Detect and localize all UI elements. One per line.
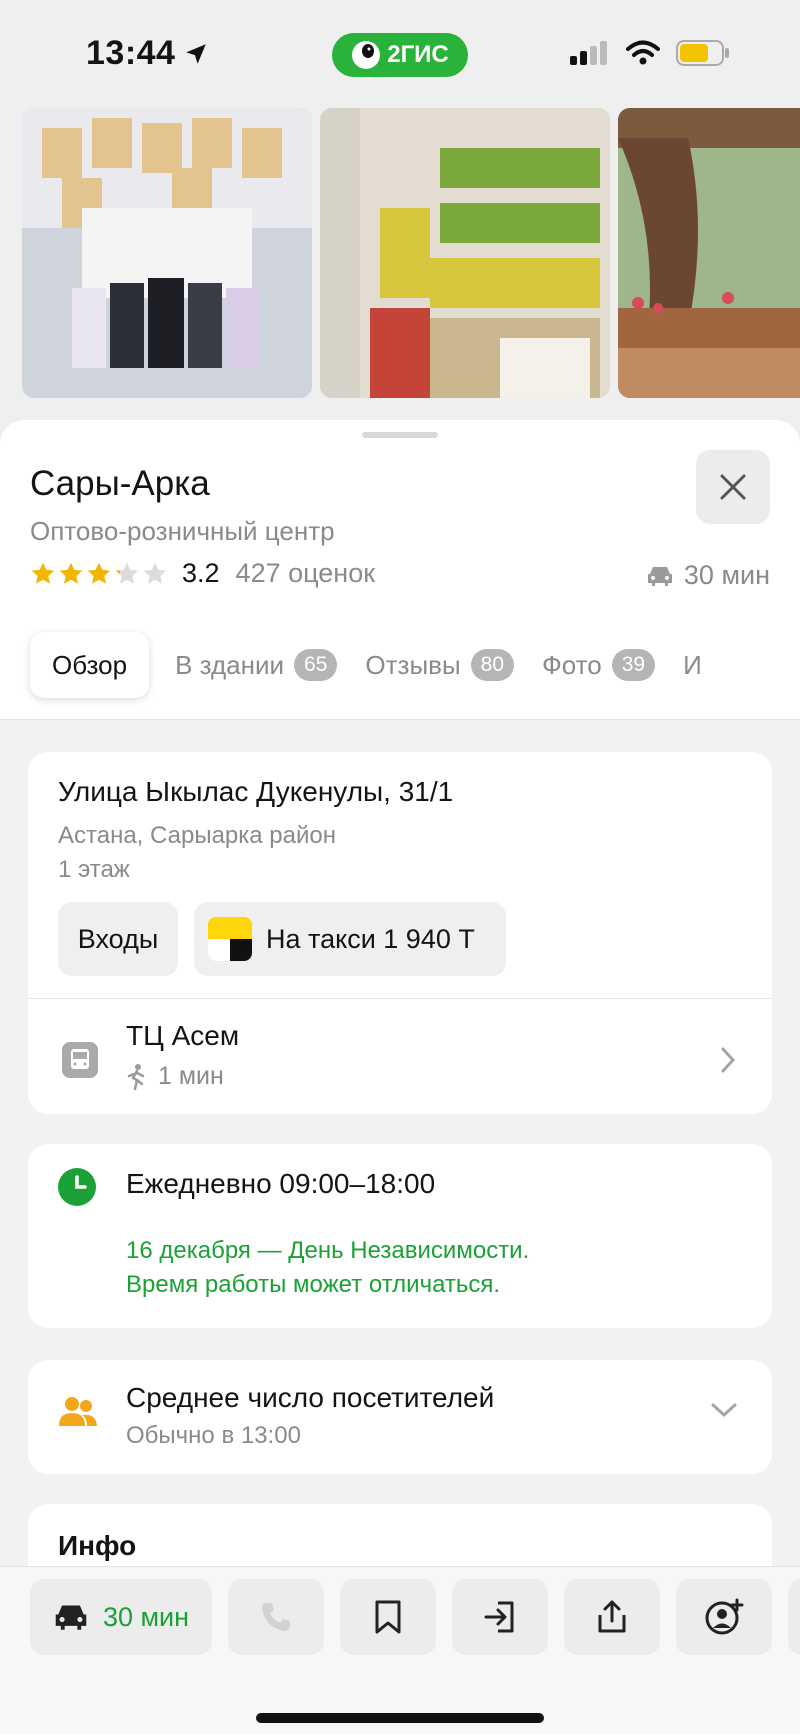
- place-category: Оптово-розничный центр: [30, 516, 335, 546]
- more-button[interactable]: [788, 1579, 800, 1655]
- close-button[interactable]: [696, 450, 770, 524]
- tab-label: Отзывы: [365, 649, 461, 680]
- chevron-down-icon[interactable]: [710, 1402, 738, 1423]
- add-friend-button[interactable]: [676, 1579, 772, 1655]
- tab-badge: 80: [470, 649, 515, 681]
- star-icon: [87, 562, 111, 584]
- bus-stop-icon: [62, 1042, 98, 1078]
- star-icon: [143, 562, 167, 584]
- photo-terrace[interactable]: [618, 108, 800, 398]
- tab-label: Обзор: [52, 649, 128, 680]
- visitors-title: Среднее число посетителей: [126, 1382, 495, 1413]
- wifi-icon: [626, 40, 660, 65]
- tab-photos[interactable]: Фото 39: [540, 632, 657, 698]
- tab-label: И: [683, 649, 702, 680]
- walk-time-text: 1 мин: [158, 1062, 224, 1090]
- entrances-label: Входы: [77, 923, 159, 954]
- tab-bar: Обзор В здании 65 Отзывы 80 Фото 39 И: [30, 632, 704, 698]
- star-icon: [59, 562, 83, 584]
- reviews-count: 427 оценок: [235, 558, 376, 588]
- tab-info[interactable]: И: [681, 632, 704, 698]
- bookmark-button[interactable]: [340, 1579, 436, 1655]
- route-label: 30 мин: [102, 1601, 190, 1632]
- visitors-subtitle: Обычно в 13:00: [126, 1422, 301, 1449]
- tab-reviews[interactable]: Отзывы 80: [363, 632, 516, 698]
- holiday-line-1: 16 декабря — День Независимости.: [126, 1237, 530, 1264]
- call-button[interactable]: [228, 1579, 324, 1655]
- address-floor: 1 этаж: [58, 856, 130, 883]
- entrances-button[interactable]: Входы: [58, 902, 178, 976]
- star-icon: [31, 562, 55, 584]
- holiday-line-2: Время работы может отличаться.: [126, 1271, 501, 1298]
- tab-label: В здании: [175, 649, 285, 680]
- place-header: Сары-Арка Оптово-розничный центр 3.2 427…: [0, 420, 800, 720]
- brand-name: 2ГИС: [387, 41, 449, 68]
- brand-badge: 2ГИС: [332, 33, 468, 77]
- place-card-sheet: Сары-Арка Оптово-розничный центр 3.2 427…: [0, 420, 800, 1734]
- visitors-card[interactable]: Среднее число посетителей Обычно в 13:00: [28, 1360, 772, 1474]
- tab-badge: 65: [294, 649, 338, 681]
- enter-icon: [484, 1601, 514, 1633]
- share-icon: [598, 1600, 626, 1633]
- tab-badge: 39: [611, 649, 656, 681]
- hours-card[interactable]: Ежедневно 09:00–18:00 16 декабря — День …: [28, 1144, 772, 1328]
- rating-value: 3.2: [182, 558, 220, 588]
- battery-icon: [676, 40, 729, 66]
- car-icon: [647, 566, 672, 586]
- yandex-taxi-icon: [208, 917, 252, 961]
- divider: [28, 998, 772, 999]
- drive-time-text: 30 мин: [683, 560, 770, 590]
- phone-icon: [262, 1603, 290, 1631]
- place-title: Сары-Арка: [30, 464, 210, 503]
- info-title: Инфо: [58, 1530, 137, 1561]
- taxi-button[interactable]: На такси 1 940 Т: [194, 902, 506, 976]
- photo-gallery[interactable]: [22, 108, 800, 398]
- car-icon: [55, 1605, 87, 1630]
- address-street[interactable]: Улица Ыкылас Дукенулы, 31/1: [58, 776, 453, 808]
- address-card: Улица Ыкылас Дукенулы, 31/1 Астана, Сары…: [28, 752, 772, 1114]
- chevron-right-icon[interactable]: [720, 1046, 736, 1079]
- status-time: 13:44: [86, 34, 209, 73]
- close-icon: [720, 474, 746, 500]
- add-person-icon: [705, 1598, 744, 1635]
- hours-schedule: Ежедневно 09:00–18:00: [126, 1168, 436, 1199]
- photo-product-display[interactable]: [22, 108, 312, 398]
- tab-label: Фото: [542, 649, 602, 680]
- signal-icon: [570, 41, 607, 65]
- people-icon: [58, 1394, 98, 1437]
- star-icon: [115, 562, 139, 584]
- photo-store-shelves[interactable]: [320, 108, 610, 398]
- drag-handle[interactable]: [362, 432, 438, 438]
- walking-icon: [127, 1063, 145, 1090]
- home-indicator: [256, 1713, 544, 1723]
- bottom-action-bar: 30 мин: [0, 1566, 800, 1734]
- bookmark-icon: [375, 1600, 401, 1634]
- tab-in-building[interactable]: В здании 65: [173, 632, 339, 698]
- status-icons: [570, 40, 730, 66]
- entrance-button[interactable]: [452, 1579, 548, 1655]
- tab-overview[interactable]: Обзор: [30, 632, 150, 698]
- transit-walk-time: 1 мин: [126, 1062, 224, 1091]
- status-bar: 13:44 2ГИС: [0, 0, 800, 108]
- clock-icon: [58, 1168, 96, 1206]
- status-time-text: 13:44: [86, 34, 176, 72]
- transit-stop-name[interactable]: ТЦ Асем: [126, 1020, 239, 1052]
- rating-row[interactable]: 3.2 427 оценок: [30, 558, 375, 589]
- location-arrow-icon: [186, 43, 207, 64]
- address-area: Астана, Сарыарка район: [58, 822, 337, 849]
- route-button[interactable]: 30 мин: [30, 1579, 212, 1655]
- holiday-notice: 16 декабря — День Независимости. Время р…: [126, 1234, 529, 1302]
- goose-logo-icon: [352, 41, 381, 69]
- drive-time[interactable]: 30 мин: [646, 560, 770, 591]
- rating-stars: [30, 561, 168, 587]
- taxi-label: На такси 1 940 Т: [266, 923, 475, 954]
- share-button[interactable]: [564, 1579, 660, 1655]
